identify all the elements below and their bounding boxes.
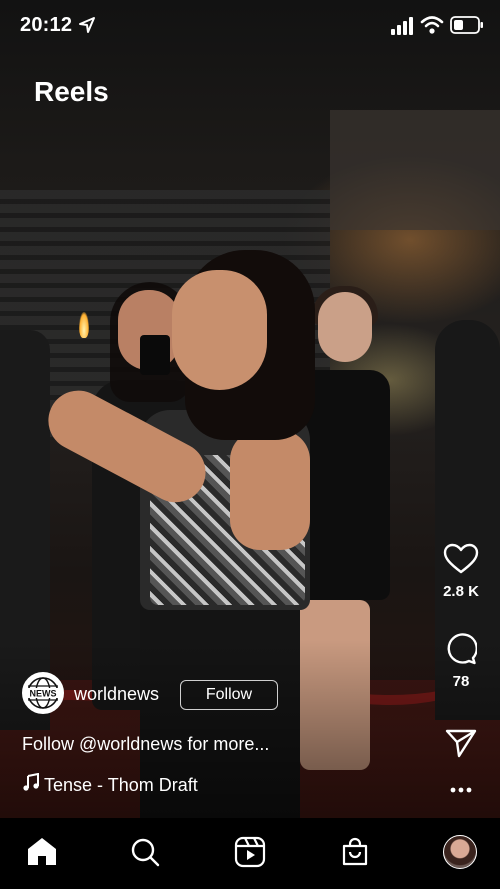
send-icon[interactable] xyxy=(445,728,477,758)
globe-logo-icon: NEWS xyxy=(26,676,60,710)
heart-icon[interactable] xyxy=(443,543,479,575)
account-avatar[interactable]: NEWS xyxy=(22,672,64,714)
wifi-icon xyxy=(420,16,444,34)
comment-icon[interactable] xyxy=(445,633,477,665)
location-arrow-icon xyxy=(79,17,95,33)
status-time: 20:12 xyxy=(20,14,73,36)
home-icon xyxy=(28,838,56,865)
phone-in-hand xyxy=(140,335,170,375)
share-button[interactable] xyxy=(432,728,490,758)
comment-button[interactable]: 78 xyxy=(432,633,490,690)
follow-button[interactable]: Follow xyxy=(180,680,278,710)
avatar-text: NEWS xyxy=(30,689,57,699)
main-woman-arm-right xyxy=(230,430,310,550)
page-title: Reels xyxy=(34,76,109,107)
nav-home[interactable] xyxy=(22,832,62,872)
woman-in-black-face xyxy=(318,292,372,362)
more-icon[interactable] xyxy=(449,786,473,794)
shop-icon xyxy=(342,837,368,866)
audio-track-label: Tense - Thom Draft xyxy=(44,775,198,795)
like-button[interactable]: 2.8 K xyxy=(432,543,490,600)
like-count: 2.8 K xyxy=(443,583,479,600)
music-note-icon xyxy=(23,773,39,791)
signal-icon xyxy=(391,17,413,35)
candle-flame xyxy=(79,312,89,338)
nav-shop[interactable] xyxy=(335,832,375,872)
status-bar: 20:12 xyxy=(0,0,500,50)
background-wall xyxy=(330,110,500,230)
search-icon xyxy=(131,838,160,867)
audio-track[interactable]: Tense - Thom Draft xyxy=(22,773,198,796)
caption-text[interactable]: Follow @worldnews for more... xyxy=(22,734,269,755)
battery-icon xyxy=(450,16,483,34)
reels-icon xyxy=(234,836,266,868)
reel-info: NEWS worldnews Follow Follow @worldnews … xyxy=(22,672,422,795)
more-options-button[interactable] xyxy=(432,786,490,794)
profile-avatar xyxy=(443,835,477,869)
reels-screen: 20:12 Reels 2.8 K 78 NEWS worldnews Foll… xyxy=(0,0,500,889)
bottom-nav xyxy=(0,818,500,889)
account-row: NEWS worldnews Follow xyxy=(22,672,422,718)
nav-search[interactable] xyxy=(125,832,165,872)
nav-reels[interactable] xyxy=(230,832,270,872)
main-woman-face xyxy=(172,270,267,390)
username-link[interactable]: worldnews xyxy=(74,684,159,705)
nav-profile[interactable] xyxy=(440,832,480,872)
comment-count: 78 xyxy=(452,673,470,690)
